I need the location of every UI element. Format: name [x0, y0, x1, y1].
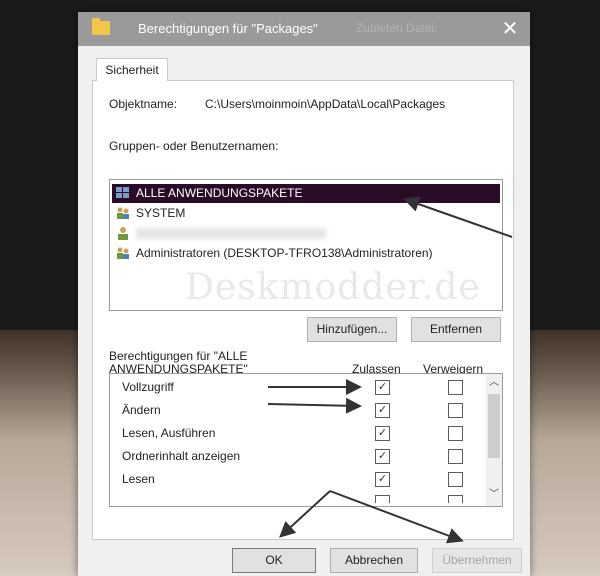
permission-name: Lesen, Ausführen [122, 426, 216, 440]
list-item-label: ALLE ANWENDUNGSPAKETE [136, 186, 303, 200]
groups-label: Gruppen- oder Benutzernamen: [109, 139, 279, 153]
table-row: Vollzugriff ✓ [110, 376, 480, 398]
app-packages-icon [116, 187, 129, 198]
permissions-dialog: Berechtigungen für "Packages" Zubieten D… [78, 12, 530, 576]
folder-icon [92, 18, 110, 35]
user-icon [118, 227, 128, 240]
remove-button[interactable]: Entfernen [411, 317, 501, 342]
permission-name: Ändern [122, 403, 161, 417]
list-item-label: Administratoren (DESKTOP-TFRO138\Adminis… [136, 246, 433, 260]
deny-checkbox[interactable] [448, 495, 463, 503]
allow-checkbox[interactable]: ✓ [375, 380, 390, 395]
permission-name: Ordnerinhalt anzeigen [122, 449, 241, 463]
scroll-thumb[interactable] [488, 394, 500, 458]
background-window-text: Zubieten Datei: [356, 21, 438, 35]
permissions-header: Berechtigungen für "ALLE [109, 349, 248, 363]
deny-checkbox[interactable] [448, 426, 463, 441]
cancel-button[interactable]: Abbrechen [330, 548, 418, 573]
title-bar[interactable]: Berechtigungen für "Packages" Zubieten D… [78, 12, 530, 46]
redacted-user-name [136, 228, 326, 239]
list-item[interactable]: ALLE ANWENDUNGSPAKETE [112, 184, 500, 203]
object-name-value: C:\Users\moinmoin\AppData\Local\Packages [205, 97, 446, 111]
object-name-label: Objektname: [109, 97, 178, 111]
list-item-label: SYSTEM [136, 206, 186, 220]
list-item[interactable] [112, 224, 500, 243]
apply-button[interactable]: Übernehmen [432, 548, 522, 573]
scroll-down-icon[interactable]: ﹀ [486, 488, 502, 502]
security-panel: Objektname: C:\Users\moinmoin\AppData\Lo… [92, 80, 514, 540]
allow-checkbox[interactable]: ✓ [375, 426, 390, 441]
list-item[interactable]: SYSTEM [112, 204, 500, 223]
allow-checkbox[interactable]: ✓ [375, 403, 390, 418]
allow-checkbox[interactable]: ✓ [375, 472, 390, 487]
watermark: Deskmodder.de [185, 267, 481, 308]
scroll-up-icon[interactable]: ︿ [486, 376, 502, 390]
table-row: Lesen, Ausführen ✓ [110, 422, 480, 444]
group-icon [117, 247, 129, 259]
deny-checkbox[interactable] [448, 449, 463, 464]
deny-checkbox[interactable] [448, 472, 463, 487]
tab-sicherheit[interactable]: Sicherheit [96, 58, 168, 81]
deny-checkbox[interactable] [448, 380, 463, 395]
table-row: Lesen ✓ [110, 468, 480, 490]
group-icon [117, 207, 129, 219]
add-button[interactable]: Hinzufügen... [307, 317, 397, 342]
table-row [110, 491, 480, 503]
permissions-list: Vollzugriff ✓ Ändern ✓ Lesen, Ausführen … [109, 373, 503, 507]
deny-checkbox[interactable] [448, 403, 463, 418]
permission-name: Lesen [122, 472, 155, 486]
allow-checkbox[interactable]: ✓ [375, 449, 390, 464]
table-row: Ändern ✓ [110, 399, 480, 421]
permissions-scrollbar[interactable]: ︿ ﹀ [486, 374, 502, 506]
ok-button[interactable]: OK [232, 548, 316, 573]
window-title: Berechtigungen für "Packages" [138, 21, 318, 36]
close-icon[interactable]: ✕ [496, 15, 524, 43]
table-row: Ordnerinhalt anzeigen ✓ [110, 445, 480, 467]
allow-checkbox[interactable] [375, 495, 390, 503]
permission-name: Vollzugriff [122, 380, 174, 394]
list-item[interactable]: Administratoren (DESKTOP-TFRO138\Adminis… [112, 244, 500, 263]
